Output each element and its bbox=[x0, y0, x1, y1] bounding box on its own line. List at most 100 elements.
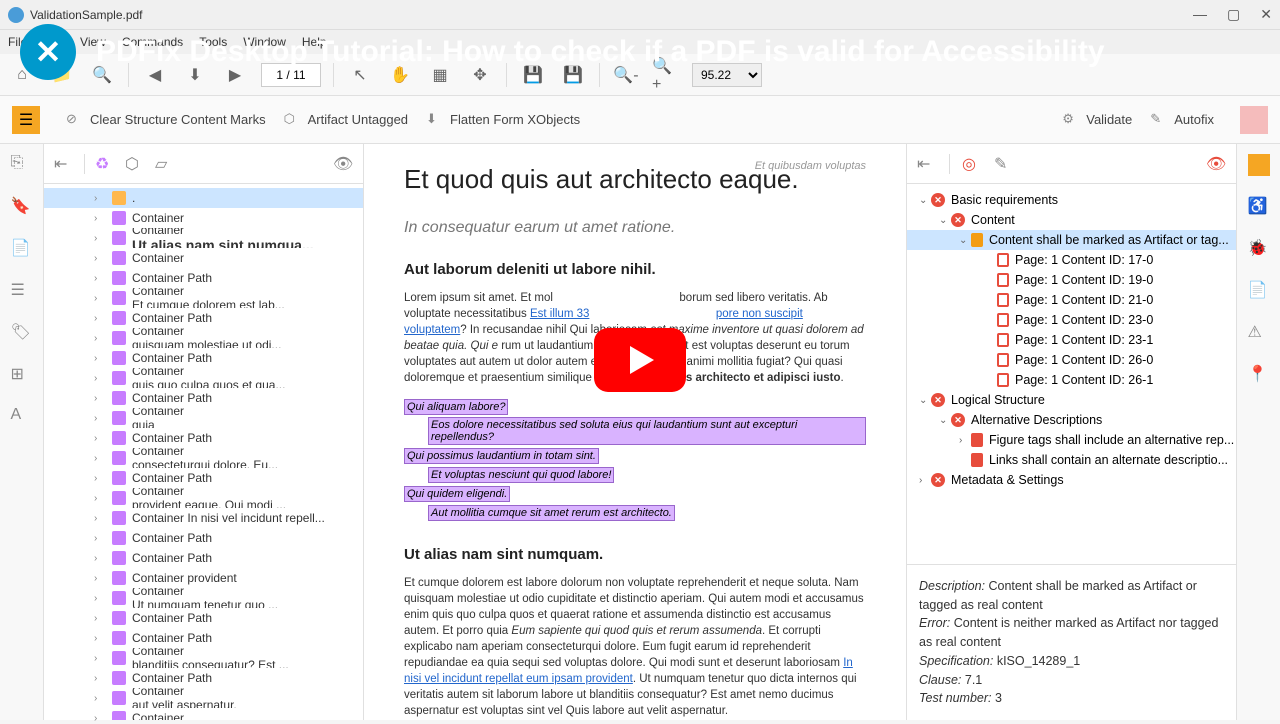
tree-item[interactable]: ›Container consecteturqui dolore. Eu... bbox=[44, 448, 363, 468]
tree-item[interactable]: ›Container quisquam molestiae ut odi... bbox=[44, 328, 363, 348]
tree-item[interactable]: ›Container Path bbox=[44, 628, 363, 648]
folder-icon[interactable]: 📁 bbox=[48, 61, 76, 89]
tree-item[interactable]: ›Container Path bbox=[44, 528, 363, 548]
validate-button[interactable]: ⚙ Validate bbox=[1062, 111, 1132, 129]
document-icon[interactable]: 📄 bbox=[11, 238, 33, 260]
zoom-select[interactable]: 95.22 bbox=[692, 63, 762, 87]
prev-page-icon[interactable]: ◀ bbox=[141, 61, 169, 89]
menu-edit[interactable]: Edit bbox=[43, 35, 64, 49]
recycle-icon[interactable]: ♻ bbox=[95, 154, 115, 174]
doc-link1[interactable]: Est illum 33 bbox=[530, 308, 589, 320]
tree-item[interactable]: ›Container Et cumque dolorem est lab... bbox=[44, 288, 363, 308]
untag2-icon[interactable]: ⬡ bbox=[125, 154, 145, 174]
menu-help[interactable]: Help bbox=[302, 35, 327, 49]
target-icon[interactable]: ◎ bbox=[962, 154, 982, 174]
tree-item[interactable]: ›Container bbox=[44, 208, 363, 228]
val-altdesc[interactable]: ⌄✕Alternative Descriptions bbox=[907, 410, 1236, 430]
bug-icon[interactable]: 🐞 bbox=[1248, 238, 1270, 260]
tree-item[interactable]: ›Container blanditiis consequatur? Est .… bbox=[44, 648, 363, 668]
val-basic[interactable]: ⌄✕Basic requirements bbox=[907, 190, 1236, 210]
warning-icon[interactable]: ⚠ bbox=[1248, 322, 1270, 344]
tree-item[interactable]: ›Container Path bbox=[44, 548, 363, 568]
eye2-icon[interactable]: 👁 bbox=[1206, 154, 1226, 174]
tree-item[interactable]: ›Container Ut alias nam sint numqua... bbox=[44, 228, 363, 248]
tree-item[interactable]: ›Container Path bbox=[44, 608, 363, 628]
val-content[interactable]: ⌄✕Content bbox=[907, 210, 1236, 230]
menu-tools[interactable]: Tools bbox=[199, 35, 227, 49]
tree-item[interactable]: ›Container quia bbox=[44, 408, 363, 428]
eye-icon[interactable]: 👁 bbox=[333, 154, 353, 174]
close-panel-icon[interactable] bbox=[1240, 106, 1268, 134]
collapse-icon[interactable]: ⇤ bbox=[54, 154, 74, 174]
hamburger-icon[interactable]: ☰ bbox=[12, 106, 40, 134]
tree-item[interactable]: ›Container Path bbox=[44, 668, 363, 688]
pencil-icon[interactable]: ✎ bbox=[994, 154, 1014, 174]
val-linkrule[interactable]: Links shall contain an alternate descrip… bbox=[907, 450, 1236, 470]
document-view[interactable]: Et quibusdam voluptas Et quod quis aut a… bbox=[364, 144, 906, 720]
tag-icon[interactable]: 🏷 bbox=[11, 322, 33, 344]
tree-item[interactable]: ›. bbox=[44, 188, 363, 208]
val-logical[interactable]: ⌄✕Logical Structure bbox=[907, 390, 1236, 410]
val-rule-content[interactable]: ⌄Content shall be marked as Artifact or … bbox=[907, 230, 1236, 250]
next-page-icon[interactable]: ▶ bbox=[221, 61, 249, 89]
clear-marks-button[interactable]: ⊘ Clear Structure Content Marks bbox=[66, 111, 266, 129]
collapse2-icon[interactable]: ⇤ bbox=[917, 154, 937, 174]
panel-toggle-icon[interactable] bbox=[1248, 154, 1270, 176]
close-button[interactable]: ✕ bbox=[1260, 6, 1272, 23]
tree-item[interactable]: ›Container Path bbox=[44, 388, 363, 408]
grid2-icon[interactable]: ⊞ bbox=[11, 364, 33, 386]
maximize-button[interactable]: ▢ bbox=[1227, 6, 1240, 23]
tree-item[interactable]: ›Container provident bbox=[44, 568, 363, 588]
val-metadata[interactable]: ›✕Metadata & Settings bbox=[907, 470, 1236, 490]
save-icon[interactable]: 💾 bbox=[519, 61, 547, 89]
val-page-item[interactable]: Page: 1 Content ID: 23-0 bbox=[907, 310, 1236, 330]
zoom-out-icon[interactable]: 🔍- bbox=[612, 61, 640, 89]
download-icon[interactable]: ⬇ bbox=[181, 61, 209, 89]
page-input[interactable] bbox=[261, 63, 321, 87]
bookmark-icon[interactable]: 🔖 bbox=[11, 196, 33, 218]
list-icon[interactable]: ☰ bbox=[11, 280, 33, 302]
grid-icon[interactable]: ▦ bbox=[426, 61, 454, 89]
tree-item[interactable]: ›Container Path bbox=[44, 268, 363, 288]
tree-item[interactable]: ›Container Path bbox=[44, 308, 363, 328]
text-icon[interactable]: A bbox=[11, 406, 33, 428]
val-page-item[interactable]: Page: 1 Content ID: 26-0 bbox=[907, 350, 1236, 370]
tree-item[interactable]: ›Container bbox=[44, 708, 363, 720]
tree-item[interactable]: ›Container Path bbox=[44, 468, 363, 488]
menu-commands[interactable]: Commands bbox=[122, 35, 183, 49]
val-page-item[interactable]: Page: 1 Content ID: 21-0 bbox=[907, 290, 1236, 310]
minimize-button[interactable]: — bbox=[1193, 6, 1207, 23]
pan-icon[interactable]: ✥ bbox=[466, 61, 494, 89]
tag2-icon[interactable]: ▱ bbox=[155, 154, 175, 174]
tree-item[interactable]: ›Container bbox=[44, 248, 363, 268]
pointer-icon[interactable]: ↖ bbox=[346, 61, 374, 89]
page-icon[interactable]: 📄 bbox=[1248, 280, 1270, 302]
tree-item[interactable]: ›Container quis quo culpa quos et qua... bbox=[44, 368, 363, 388]
home-icon[interactable]: ⌂ bbox=[8, 61, 36, 89]
flatten-button[interactable]: ⬇ Flatten Form XObjects bbox=[426, 111, 580, 129]
val-page-item[interactable]: Page: 1 Content ID: 26-1 bbox=[907, 370, 1236, 390]
artifact-untagged-button[interactable]: ⬡ Artifact Untagged bbox=[284, 111, 408, 129]
menu-file[interactable]: File bbox=[8, 35, 27, 49]
val-page-item[interactable]: Page: 1 Content ID: 17-0 bbox=[907, 250, 1236, 270]
zoom-in-icon[interactable]: 🔍+ bbox=[652, 61, 680, 89]
autofix-button[interactable]: ✎ Autofix bbox=[1150, 111, 1214, 129]
search-icon[interactable]: 🔍 bbox=[88, 61, 116, 89]
hand-icon[interactable]: ✋ bbox=[386, 61, 414, 89]
copy-icon[interactable]: ⎘ bbox=[11, 154, 33, 176]
tree-item[interactable]: ›Container In nisi vel incidunt repell..… bbox=[44, 508, 363, 528]
menu-view[interactable]: View bbox=[80, 35, 106, 49]
saveas-icon[interactable]: 💾 bbox=[559, 61, 587, 89]
location-icon[interactable]: 📍 bbox=[1248, 364, 1270, 386]
tree-item[interactable]: ›Container aut velit aspernatur. bbox=[44, 688, 363, 708]
accessibility-icon[interactable]: ♿ bbox=[1248, 196, 1270, 218]
play-button[interactable] bbox=[594, 328, 686, 392]
menu-window[interactable]: Window bbox=[243, 35, 286, 49]
val-page-item[interactable]: Page: 1 Content ID: 23-1 bbox=[907, 330, 1236, 350]
tree-item[interactable]: ›Container Ut numquam tenetur quo ... bbox=[44, 588, 363, 608]
tree-item[interactable]: ›Container provident eaque. Qui modi ... bbox=[44, 488, 363, 508]
tree-item[interactable]: ›Container Path bbox=[44, 348, 363, 368]
tree-item[interactable]: ›Container Path bbox=[44, 428, 363, 448]
val-figrule[interactable]: ›Figure tags shall include an alternativ… bbox=[907, 430, 1236, 450]
val-page-item[interactable]: Page: 1 Content ID: 19-0 bbox=[907, 270, 1236, 290]
